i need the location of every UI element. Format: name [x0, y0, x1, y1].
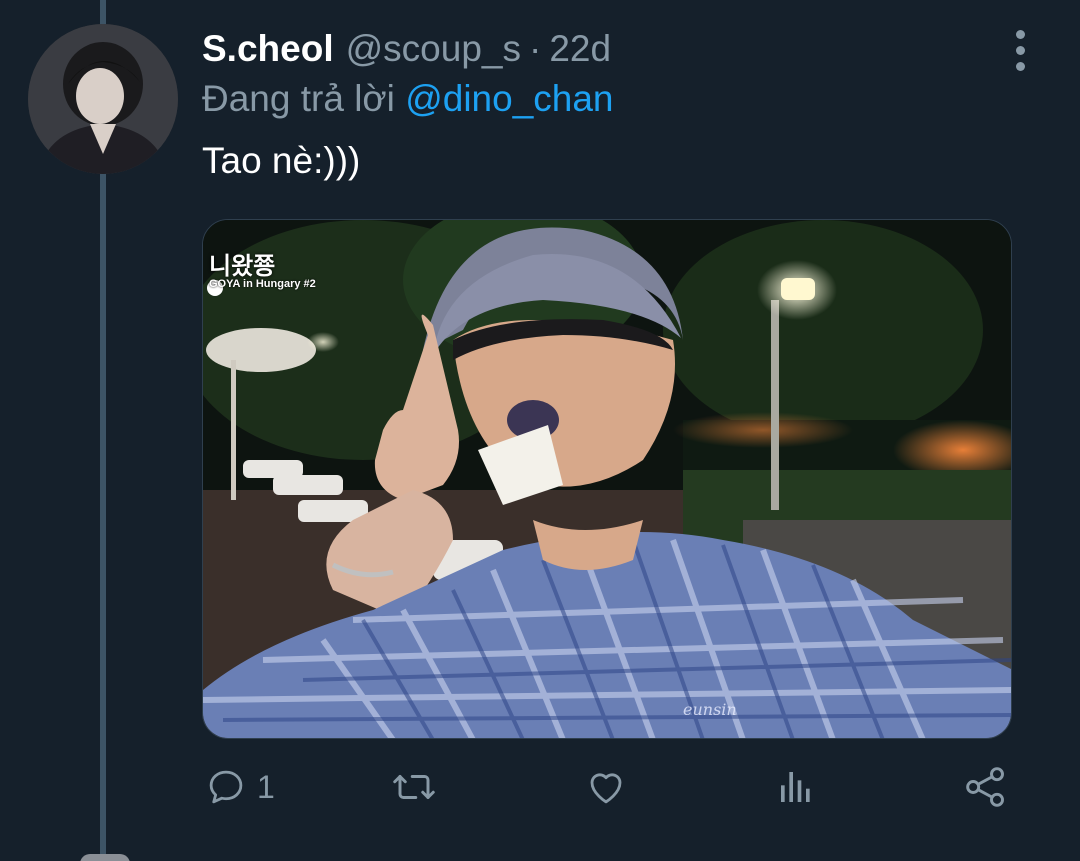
like-button[interactable] — [584, 760, 628, 814]
replying-to-label: Đang trả lời — [202, 78, 406, 119]
separator-dot: · — [528, 28, 542, 69]
display-name[interactable]: S.cheol — [202, 28, 334, 70]
video-caption-logo: 니왔쭁 — [209, 253, 276, 280]
timestamp[interactable]: 22d — [549, 28, 611, 70]
reply-icon — [209, 770, 243, 804]
tweet-media-photo[interactable]: eunsin 니왔쭁 GOYA in Hungary #2 — [202, 219, 1012, 739]
heart-icon — [590, 773, 622, 804]
reply-count: 1 — [257, 768, 275, 805]
analytics-icon — [781, 772, 810, 802]
next-tweet-avatar[interactable] — [80, 854, 130, 861]
photo-image: eunsin — [203, 220, 1011, 738]
more-options-icon[interactable] — [998, 28, 1042, 72]
tweet-action-bar: 1 — [0, 760, 1080, 814]
share-icon — [966, 767, 1004, 807]
tweet-text: Tao nè:))) — [202, 140, 361, 181]
avatar-image — [28, 24, 178, 174]
video-subcaption: GOYA in Hungary #2 — [209, 278, 316, 290]
reply-button[interactable]: 1 — [205, 760, 275, 814]
retweet-icon — [393, 775, 435, 799]
reply-mention-link[interactable]: @dino_chan — [405, 78, 613, 119]
tweet-screen: S.cheol @scoup_s · 22d Đang trả lời @din… — [0, 0, 1080, 861]
photo-watermark: eunsin — [683, 700, 737, 719]
tweet-header: S.cheol @scoup_s · 22d — [202, 28, 611, 74]
analytics-button[interactable] — [776, 760, 816, 814]
retweet-button[interactable] — [390, 760, 438, 814]
share-button[interactable] — [964, 760, 1008, 814]
avatar[interactable] — [28, 24, 178, 174]
replying-to: Đang trả lời @dino_chan — [202, 78, 614, 120]
user-handle[interactable]: @scoup_s — [346, 28, 521, 70]
